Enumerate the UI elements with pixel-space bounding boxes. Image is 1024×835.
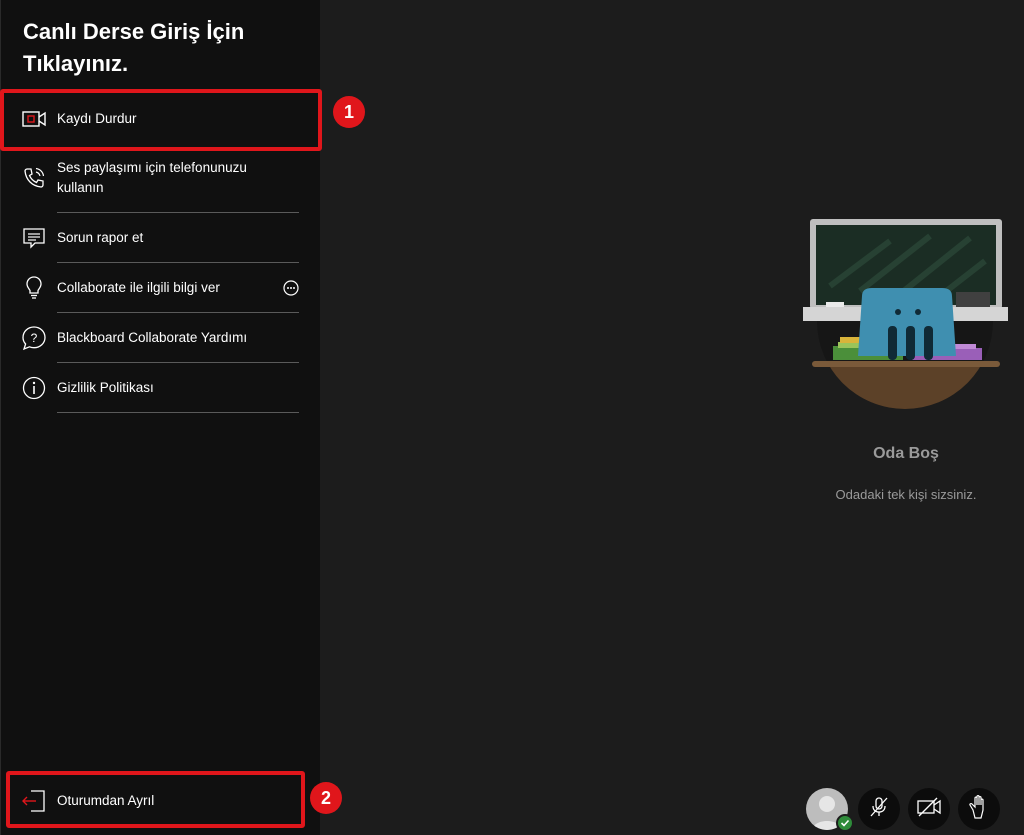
sidebar-title: Canlı Derse Giriş İçin Tıklayınız. [23, 19, 245, 76]
report-issue-button[interactable]: Sorun rapor et [21, 225, 299, 251]
give-feedback-button[interactable]: Collaborate ile ilgili bilgi ver [21, 275, 299, 301]
microphone-toggle-button[interactable] [858, 788, 900, 830]
divider [57, 362, 299, 363]
help-label: Blackboard Collaborate Yardımı [57, 330, 248, 345]
report-issue-label: Sorun rapor et [57, 230, 144, 245]
annotation-highlight-2 [6, 771, 305, 828]
divider [57, 212, 299, 213]
annotation-highlight-1 [0, 89, 322, 151]
annotation-badge-1: 1 [333, 96, 365, 128]
lightbulb-icon [21, 275, 47, 301]
privacy-policy-label: Gizlilik Politikası [57, 380, 154, 395]
divider [57, 312, 299, 313]
report-icon [21, 225, 47, 251]
use-phone-audio-label: Ses paylaşımı için telefonunuzu kullanın [57, 160, 247, 195]
phone-icon [21, 165, 47, 191]
svg-text:?: ? [31, 331, 38, 345]
privacy-policy-button[interactable]: Gizlilik Politikası [21, 375, 299, 401]
help-icon: ? [21, 325, 47, 351]
more-options-icon[interactable] [283, 280, 299, 296]
info-icon [21, 375, 47, 401]
camera-toggle-button[interactable] [908, 788, 950, 830]
help-button[interactable]: ? Blackboard Collaborate Yardımı [21, 325, 299, 351]
use-phone-audio-button[interactable]: Ses paylaşımı için telefonunuzu kullanın [21, 158, 299, 198]
raise-hand-button[interactable] [958, 788, 1000, 830]
empty-room-subtitle: Odadaki tek kişi sizsiniz. [835, 487, 977, 502]
empty-room-illustration [803, 219, 1008, 409]
raise-hand-icon [967, 794, 991, 825]
annotation-badge-2: 2 [310, 782, 342, 814]
microphone-muted-icon [867, 795, 891, 824]
divider [57, 262, 299, 263]
give-feedback-label: Collaborate ile ilgili bilgi ver [57, 280, 220, 295]
status-check-icon [836, 814, 854, 832]
empty-room-title: Oda Boş [873, 445, 939, 462]
divider [57, 412, 299, 413]
camera-off-icon [916, 796, 942, 823]
